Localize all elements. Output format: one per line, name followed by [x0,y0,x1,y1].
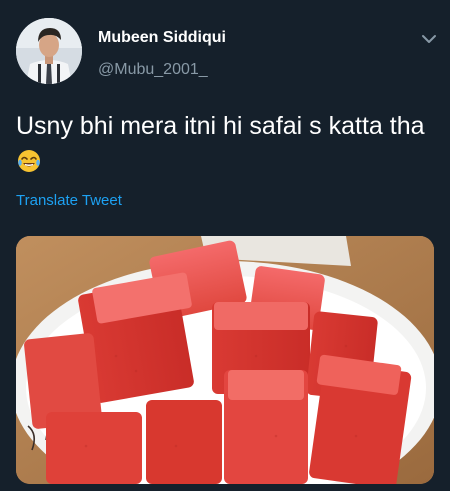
avatar-image [16,18,82,84]
translate-tweet-link[interactable]: Translate Tweet [16,192,122,209]
chevron-down-icon[interactable] [418,28,440,50]
watermelon-cubes-photo [16,236,434,484]
tweet-media-image[interactable] [16,236,434,484]
face-with-tears-of-joy-icon [17,147,41,172]
tweet-text-content: Usny bhi mera itni hi safai s katta tha [16,112,425,140]
tweet-text: Usny bhi mera itni hi safai s katta tha [16,108,436,180]
avatar[interactable] [16,18,82,84]
author-name[interactable]: Mubeen Siddiqui [98,29,226,47]
tweet-card: Mubeen Siddiqui @Mubu_2001_ Usny bhi mer… [0,0,450,491]
author-handle[interactable]: @Mubu_2001_ [98,61,208,79]
